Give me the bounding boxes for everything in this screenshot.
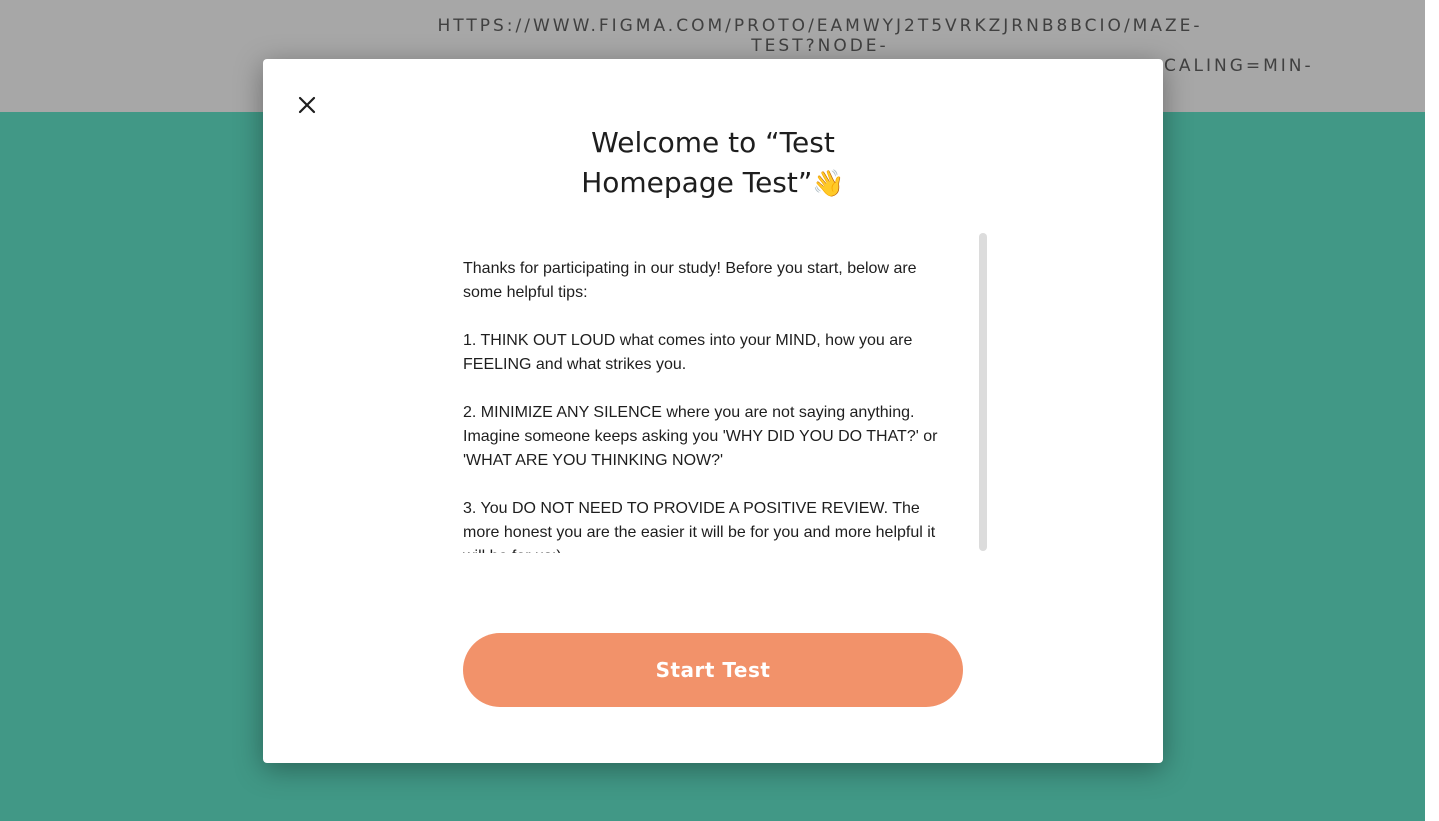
modal-title-line-1: Welcome to “Test [591, 126, 835, 159]
instructions-tip-1: 1. THINK OUT LOUD what comes into your M… [463, 332, 913, 373]
prototype-url-text: HTTPS://WWW.FIGMA.COM/PROTO/EAMWYJ2T5VRK… [420, 16, 1220, 56]
instructions-text: Thanks for participating in our study! B… [463, 257, 953, 553]
instructions-scroll-area[interactable]: Thanks for participating in our study! B… [463, 233, 989, 553]
modal-title-line-2: Homepage Test” [581, 166, 813, 199]
start-test-button[interactable]: Start Test [463, 633, 963, 707]
url-line-2: TEST?NODE- [751, 36, 889, 56]
close-button[interactable] [295, 93, 319, 117]
page: HTTPS://WWW.FIGMA.COM/PROTO/EAMWYJ2T5VRK… [0, 0, 1439, 821]
close-icon [298, 96, 316, 114]
welcome-modal: Welcome to “Test Homepage Test”👋 Thanks … [263, 59, 1163, 763]
waving-hand-icon: 👋 [812, 169, 845, 199]
window-edge [1425, 0, 1439, 821]
instructions-tip-3: 3. You DO NOT NEED TO PROVIDE A POSITIVE… [463, 500, 936, 553]
modal-title: Welcome to “Test Homepage Test”👋 [513, 123, 913, 204]
instructions-tip-2: 2. MINIMIZE ANY SILENCE where you are no… [463, 404, 938, 469]
instructions-scrollbar[interactable] [979, 233, 987, 551]
url-line-1: HTTPS://WWW.FIGMA.COM/PROTO/EAMWYJ2T5VRK… [437, 16, 1203, 36]
instructions-intro: Thanks for participating in our study! B… [463, 260, 917, 301]
prototype-url-tail: CALING=MIN- [1164, 56, 1314, 76]
